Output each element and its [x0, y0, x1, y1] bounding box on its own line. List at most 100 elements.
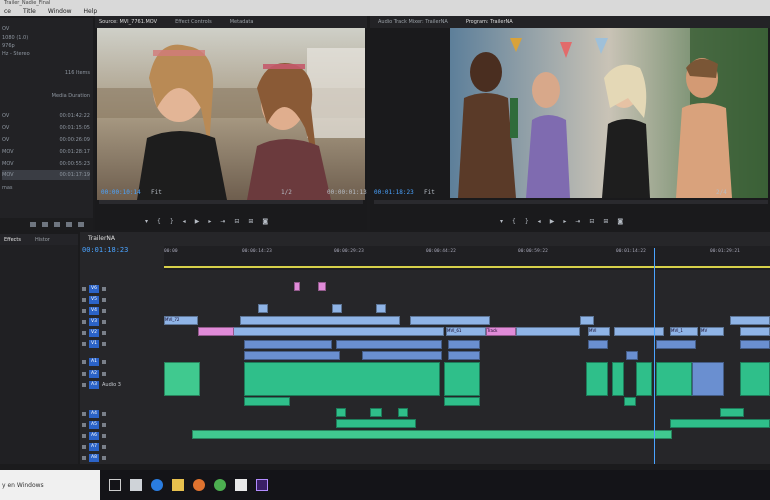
- chrome-icon[interactable]: [214, 479, 226, 491]
- track-header-a7[interactable]: A7: [82, 442, 164, 452]
- timeline-tab[interactable]: TrailerNA: [80, 232, 770, 244]
- step-forward-icon[interactable]: ▸: [563, 218, 566, 225]
- project-row[interactable]: mas: [2, 183, 90, 193]
- timeline-clip[interactable]: [240, 316, 400, 325]
- timeline-clip-v1[interactable]: MVI: [588, 327, 610, 336]
- lift-icon[interactable]: ⊟: [589, 218, 594, 225]
- lock-icon[interactable]: [82, 383, 86, 387]
- eye-icon[interactable]: [102, 320, 106, 324]
- track-header-a8[interactable]: A8: [82, 453, 164, 463]
- timeline-clip-v1[interactable]: Track: [486, 327, 516, 336]
- timeline-clip-v1[interactable]: MVI_1: [670, 327, 698, 336]
- timeline-clip[interactable]: [198, 327, 234, 336]
- lock-icon[interactable]: [82, 423, 86, 427]
- new-bin-icon[interactable]: [54, 221, 60, 227]
- mark-out-icon[interactable]: {: [157, 218, 161, 225]
- timeline-audio-clip[interactable]: [740, 362, 770, 396]
- track-header-v1[interactable]: V1: [82, 339, 164, 349]
- work-area-bar[interactable]: [164, 266, 770, 268]
- project-row[interactable]: OV 00:01:42:22: [2, 111, 90, 121]
- playhead[interactable]: [654, 248, 655, 464]
- menu-item-help[interactable]: Help: [84, 8, 98, 15]
- project-row[interactable]: OV 00:01:15:05: [2, 123, 90, 133]
- export-frame-icon[interactable]: ◙: [262, 218, 268, 225]
- project-row[interactable]: MOV 00:01:28:17: [2, 147, 90, 157]
- timeline-clip[interactable]: [376, 304, 386, 313]
- insert-icon[interactable]: ⊟: [234, 218, 239, 225]
- play-icon[interactable]: ▶: [550, 218, 555, 225]
- mute-icon[interactable]: [102, 434, 106, 438]
- task-view-icon[interactable]: [109, 479, 121, 491]
- tab-program[interactable]: Program: TrailerNA: [466, 19, 513, 25]
- timeline-clip[interactable]: [244, 340, 332, 349]
- timeline-clip[interactable]: [294, 282, 300, 291]
- lock-icon[interactable]: [82, 342, 86, 346]
- lock-icon[interactable]: [82, 434, 86, 438]
- timeline-audio-clip[interactable]: [720, 408, 744, 417]
- project-row-selected[interactable]: MOV 00:01:17:19: [2, 170, 90, 180]
- go-to-in-icon[interactable]: }: [170, 218, 174, 225]
- track-header-v3[interactable]: V3: [82, 317, 164, 327]
- extract-icon[interactable]: ⊞: [603, 218, 608, 225]
- track-header-a5[interactable]: A5: [82, 420, 164, 430]
- timeline-audio-clip[interactable]: [336, 419, 416, 428]
- new-item-icon[interactable]: [66, 221, 72, 227]
- timeline-clip-v1[interactable]: MV: [700, 327, 724, 336]
- eye-icon[interactable]: [102, 298, 106, 302]
- track-header-a1[interactable]: A1: [82, 357, 164, 367]
- timeline-clip[interactable]: [258, 304, 268, 313]
- lock-icon[interactable]: [82, 360, 86, 364]
- timeline-clip[interactable]: [740, 327, 770, 336]
- menu-item-edit[interactable]: ce: [4, 8, 11, 15]
- timeline-audio-clip[interactable]: [624, 397, 636, 406]
- source-scrubber[interactable]: [99, 200, 363, 204]
- program-video-frame[interactable]: [450, 28, 768, 198]
- timeline-clip[interactable]: [448, 351, 480, 360]
- eye-icon[interactable]: [102, 342, 106, 346]
- file-explorer-icon[interactable]: [172, 479, 184, 491]
- timeline-audio-clip[interactable]: [336, 408, 346, 417]
- mute-icon[interactable]: [102, 372, 106, 376]
- step-back-icon[interactable]: ◂: [538, 218, 541, 225]
- timeline-audio-clip[interactable]: [636, 362, 652, 396]
- track-header-a4[interactable]: A4: [82, 409, 164, 419]
- timeline-audio-clip[interactable]: [192, 430, 672, 439]
- track-header-a3[interactable]: A3 Audio 3: [82, 380, 164, 390]
- list-view-icon[interactable]: [30, 221, 36, 227]
- mute-icon[interactable]: [102, 360, 106, 364]
- timeline-clip[interactable]: [740, 340, 770, 349]
- source-video-frame[interactable]: [97, 28, 365, 200]
- timeline-clip-v1[interactable]: MVI_72: [164, 316, 198, 325]
- tab-effect-controls[interactable]: Effect Controls: [175, 19, 212, 25]
- export-frame-icon[interactable]: ◙: [617, 218, 623, 225]
- track-header-v5[interactable]: V5: [82, 295, 164, 305]
- source-resolution-select[interactable]: 1/2: [281, 189, 292, 196]
- source-fit-select[interactable]: Fit: [151, 189, 162, 196]
- trash-icon[interactable]: [78, 221, 84, 227]
- timeline-audio-clip[interactable]: [370, 408, 382, 417]
- timeline-clip[interactable]: [626, 351, 638, 360]
- mute-icon[interactable]: [102, 423, 106, 427]
- store-icon[interactable]: [235, 479, 247, 491]
- lock-icon[interactable]: [82, 412, 86, 416]
- lock-icon[interactable]: [82, 372, 86, 376]
- track-header-v4[interactable]: V4: [82, 306, 164, 316]
- lock-icon[interactable]: [82, 445, 86, 449]
- timeline-audio-clip[interactable]: [398, 408, 408, 417]
- premiere-icon[interactable]: [256, 479, 268, 491]
- program-timecode[interactable]: 00:01:18:23: [374, 189, 414, 196]
- track-header-a2[interactable]: A2: [82, 369, 164, 379]
- tab-audio-track-mixer[interactable]: Audio Track Mixer: TrailerNA: [378, 19, 448, 25]
- timeline-clip-v1[interactable]: MVI_61: [446, 327, 486, 336]
- lock-icon[interactable]: [82, 287, 86, 291]
- timeline-clip[interactable]: [336, 340, 442, 349]
- track-header-v6[interactable]: V6: [82, 284, 164, 294]
- go-to-out-icon[interactable]: ⇥: [575, 218, 580, 225]
- timeline-clip[interactable]: [362, 351, 442, 360]
- timeline-clip[interactable]: [332, 304, 342, 313]
- column-header[interactable]: Media Duration: [2, 91, 90, 101]
- timeline-clip[interactable]: [614, 327, 664, 336]
- program-resolution-select[interactable]: 2/4: [716, 189, 727, 196]
- taskbar-search[interactable]: y en Windows: [0, 470, 100, 500]
- timeline-clip[interactable]: [588, 340, 608, 349]
